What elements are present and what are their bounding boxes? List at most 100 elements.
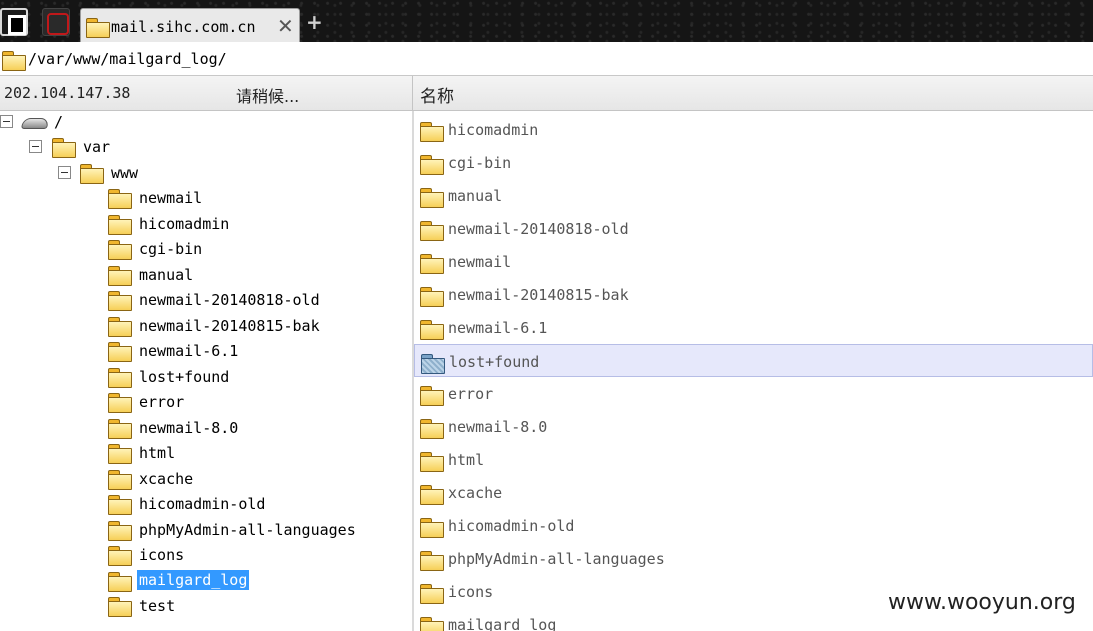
folder-icon bbox=[420, 320, 444, 340]
file-name: html bbox=[448, 451, 485, 469]
tree-label: mailgard_log bbox=[137, 569, 250, 590]
folder-icon bbox=[108, 597, 132, 617]
name-column-header[interactable]: 名称 bbox=[420, 82, 454, 107]
watermark: www.wooyun.org bbox=[888, 590, 1076, 615]
folder-icon bbox=[420, 122, 444, 142]
folder-icon bbox=[420, 617, 444, 631]
folder-icon bbox=[420, 386, 444, 406]
folder-icon bbox=[80, 164, 104, 184]
file-row[interactable]: html bbox=[414, 443, 1093, 476]
file-name: lost+found bbox=[449, 353, 540, 371]
folder-icon bbox=[420, 254, 444, 274]
folder-icon bbox=[108, 214, 132, 235]
file-row[interactable]: newmail-6.1 bbox=[414, 311, 1093, 344]
folder-icon bbox=[108, 444, 132, 464]
plus-icon[interactable]: + bbox=[306, 10, 323, 34]
file-name: newmail-6.1 bbox=[448, 319, 548, 337]
folder-icon bbox=[421, 354, 445, 374]
collapse-icon[interactable] bbox=[58, 166, 71, 179]
tree-label: newmail-6.1 bbox=[139, 342, 239, 360]
folder-icon bbox=[52, 138, 76, 158]
tree-label: www bbox=[111, 164, 139, 182]
file-row[interactable]: xcache bbox=[414, 476, 1093, 509]
folder-icon bbox=[2, 51, 26, 71]
tree-label: error bbox=[139, 393, 185, 411]
folder-icon bbox=[108, 316, 132, 337]
folder-icon bbox=[420, 551, 444, 571]
folder-icon bbox=[108, 342, 132, 362]
file-name: hicomadmin-old bbox=[448, 517, 575, 535]
file-row[interactable]: newmail-20140815-bak bbox=[414, 278, 1093, 311]
folder-icon bbox=[420, 584, 444, 604]
folder-icon bbox=[108, 393, 132, 413]
tree-label: html bbox=[139, 444, 176, 462]
file-row[interactable]: error bbox=[414, 377, 1093, 410]
file-row[interactable]: phpMyAdmin-all-languages bbox=[414, 542, 1093, 575]
folder-tree: / var www newmail hicomadmin cgi-bin manual… bbox=[0, 111, 412, 631]
file-name: newmail-20140815-bak bbox=[448, 286, 629, 304]
folder-icon bbox=[420, 485, 444, 505]
folder-icon bbox=[420, 518, 444, 538]
tab-record-icon[interactable] bbox=[42, 8, 70, 36]
tree-label: phpMyAdmin-all-languages bbox=[139, 520, 356, 539]
collapse-icon[interactable] bbox=[0, 115, 13, 128]
folder-icon bbox=[420, 221, 444, 241]
file-row[interactable]: manual bbox=[414, 179, 1093, 212]
file-row[interactable]: hicomadmin-old bbox=[414, 509, 1093, 542]
folder-icon bbox=[86, 18, 110, 38]
file-name: xcache bbox=[448, 484, 503, 502]
tree-label: hicomadmin-old bbox=[139, 495, 266, 513]
folder-icon bbox=[108, 571, 132, 592]
column-divider[interactable] bbox=[412, 76, 413, 111]
file-row[interactable]: newmail-20140818-old bbox=[414, 212, 1093, 245]
folder-icon bbox=[108, 240, 132, 260]
file-name: cgi-bin bbox=[448, 154, 512, 172]
close-icon[interactable]: ✕ bbox=[277, 14, 294, 38]
tab-app-icon[interactable] bbox=[0, 8, 28, 36]
status-text: 请稍候... bbox=[236, 87, 300, 106]
folder-icon bbox=[108, 265, 132, 286]
file-name: manual bbox=[448, 187, 503, 205]
tab-active[interactable]: mail.sihc.com.cn ✕ bbox=[80, 8, 300, 42]
tab-title: mail.sihc.com.cn bbox=[111, 18, 256, 36]
tree-label: newmail-20140818-old bbox=[139, 291, 320, 309]
file-name: error bbox=[448, 385, 494, 403]
file-row[interactable]: lost+found bbox=[414, 344, 1093, 377]
tree-label: / bbox=[54, 113, 64, 131]
tab-bar: mail.sihc.com.cn ✕ + bbox=[0, 0, 1093, 42]
tree-label: test bbox=[139, 597, 176, 615]
tree-label: manual bbox=[139, 265, 194, 284]
file-row[interactable]: newmail-8.0 bbox=[414, 410, 1093, 443]
folder-icon bbox=[420, 155, 444, 175]
file-name: mailgard_log bbox=[448, 616, 557, 631]
folder-icon bbox=[108, 189, 132, 209]
tree-label: var bbox=[83, 138, 111, 156]
folder-icon bbox=[108, 367, 132, 388]
folder-icon bbox=[108, 418, 132, 439]
file-row[interactable]: newmail bbox=[414, 245, 1093, 278]
tree-label: newmail bbox=[139, 189, 203, 207]
tree-label: cgi-bin bbox=[139, 240, 203, 258]
folder-icon bbox=[108, 495, 132, 515]
folder-icon bbox=[420, 188, 444, 208]
file-name: newmail-8.0 bbox=[448, 418, 548, 436]
collapse-icon[interactable] bbox=[29, 140, 42, 153]
file-list: hicomadmin cgi-bin manual newmail-20140818-… bbox=[414, 111, 1093, 631]
drive-icon bbox=[22, 114, 46, 130]
host-ip: 202.104.147.38 bbox=[4, 84, 131, 102]
file-name: icons bbox=[448, 583, 494, 601]
file-row[interactable]: hicomadmin bbox=[414, 113, 1093, 146]
path-input[interactable]: /var/www/mailgard_log/ bbox=[28, 50, 227, 68]
folder-icon bbox=[108, 469, 132, 490]
tree-label: icons bbox=[139, 546, 185, 564]
file-name: newmail-20140818-old bbox=[448, 220, 629, 238]
folder-icon bbox=[108, 520, 132, 541]
file-row[interactable]: cgi-bin bbox=[414, 146, 1093, 179]
tree-label: lost+found bbox=[139, 367, 230, 386]
folder-icon bbox=[420, 452, 444, 472]
tree-label: xcache bbox=[139, 469, 194, 488]
folder-icon bbox=[420, 419, 444, 439]
tree-label: hicomadmin bbox=[139, 214, 230, 233]
folder-icon bbox=[108, 546, 132, 566]
path-bar: /var/www/mailgard_log/ bbox=[0, 42, 1093, 76]
